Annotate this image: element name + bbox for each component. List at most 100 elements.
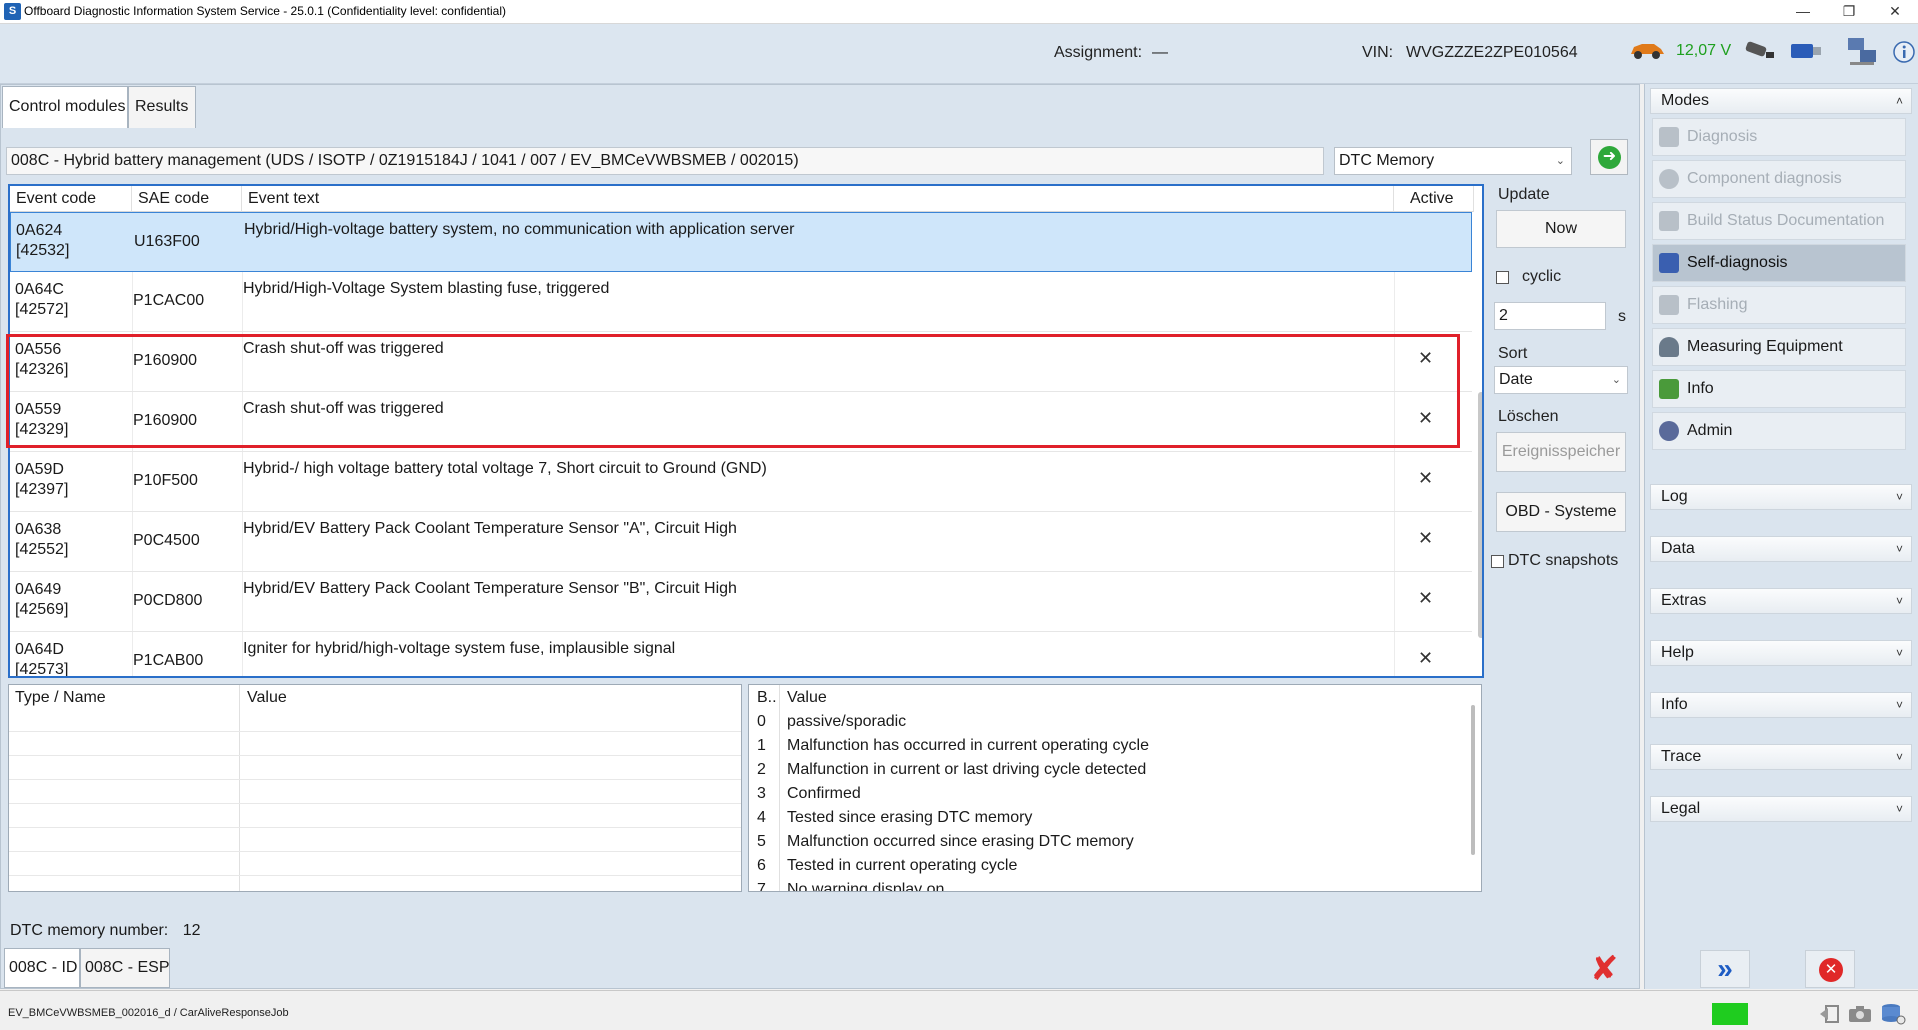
admin-icon	[1659, 421, 1679, 441]
arrow-right-icon: ➜	[1598, 146, 1621, 169]
sidebar-section-data[interactable]: Data ˅	[1650, 536, 1912, 562]
interval-unit: s	[1618, 308, 1626, 325]
event-text-cell: Hybrid/High-voltage battery system, no c…	[244, 221, 795, 238]
tab-results[interactable]: Results	[128, 86, 196, 128]
sort-select[interactable]: Date ⌄	[1494, 366, 1628, 394]
sidebar-item-component-diagnosis[interactable]: Component diagnosis	[1652, 160, 1906, 198]
sidebar-section-info[interactable]: Info ˅	[1650, 692, 1912, 718]
tab-ecu-esp[interactable]: 008C - ESP	[80, 948, 170, 988]
event-code-cell: 0A624 [42532]	[16, 222, 70, 259]
logout-icon[interactable]	[1818, 1004, 1840, 1024]
column-header-event-text[interactable]: Event text	[242, 186, 1394, 212]
sidebar-section-modes[interactable]: Modes ˄	[1650, 88, 1912, 114]
camera-icon[interactable]	[1848, 1004, 1872, 1024]
interval-input[interactable]: 2	[1494, 302, 1606, 330]
exit-button[interactable]: ✕	[1805, 950, 1855, 988]
status-table-scrollbar[interactable]	[1471, 705, 1475, 855]
chevron-down-icon: ˅	[1895, 750, 1903, 764]
sidebar-section-trace[interactable]: Trace ˅	[1650, 744, 1912, 770]
sidebar-section-help[interactable]: Help ˅	[1650, 640, 1912, 666]
bit-number: 2	[757, 761, 766, 778]
event-code-cell: 0A59D [42397]	[15, 461, 69, 498]
update-now-button[interactable]: Now	[1496, 210, 1626, 248]
column-header-active[interactable]: Active	[1394, 186, 1474, 212]
sae-code-cell: P1CAC00	[133, 292, 205, 309]
self-diagnosis-icon	[1659, 253, 1679, 273]
chevron-down-icon: ˅	[1895, 802, 1903, 816]
column-header-type-name[interactable]: Type / Name	[15, 689, 106, 707]
sidebar-item-info[interactable]: Info	[1652, 370, 1906, 408]
gauge-icon	[1659, 337, 1679, 357]
sidebar-item-label: Measuring Equipment	[1687, 338, 1843, 355]
sidebar-item-diagnosis[interactable]: Diagnosis	[1652, 118, 1906, 156]
event-code-cell: 0A638 [42552]	[15, 521, 69, 558]
tab-ecu-id[interactable]: 008C - ID	[4, 948, 80, 988]
document-icon	[1659, 211, 1679, 231]
dtc-snapshots-checkbox[interactable]	[1491, 555, 1504, 568]
column-header-value[interactable]: Value	[787, 689, 827, 707]
window-title: Offboard Diagnostic Information System S…	[24, 4, 507, 18]
scrollbar-thumb[interactable]	[1478, 392, 1482, 638]
delete-label: Löschen	[1498, 408, 1559, 425]
sidebar-section-extras[interactable]: Extras ˅	[1650, 588, 1912, 614]
memory-type-select[interactable]: DTC Memory ⌄	[1334, 147, 1572, 175]
event-text-cell: Hybrid/EV Battery Pack Coolant Temperatu…	[243, 580, 737, 597]
info-icon[interactable]	[1892, 40, 1916, 64]
sidebar-item-flashing[interactable]: Flashing	[1652, 286, 1906, 324]
cyclic-checkbox[interactable]	[1496, 271, 1509, 284]
table-row[interactable]: 0A638 [42552] P0C4500 Hybrid/EV Battery P…	[10, 512, 1472, 572]
highlight-annotation	[6, 334, 1460, 448]
sidebar-item-label: Info	[1687, 380, 1714, 397]
chevron-down-icon: ˅	[1895, 698, 1903, 712]
tab-control-modules[interactable]: Control modules	[2, 86, 128, 128]
table-row[interactable]: 0A64C [42572] P1CAC00 Hybrid/High-Voltage…	[10, 272, 1472, 332]
window-close-button[interactable]: ✕	[1872, 0, 1918, 24]
database-icon[interactable]	[1880, 1002, 1906, 1026]
table-row[interactable]: 0A64D [42573] P1CAB00 Igniter for hybrid/…	[10, 632, 1472, 676]
dtc-table-scrollbar[interactable]	[1476, 392, 1482, 642]
table-row[interactable]: 0A649 [42569] P0CD800 Hybrid/EV Battery P…	[10, 572, 1472, 632]
section-label: Log	[1661, 488, 1688, 505]
sidebar-section-log[interactable]: Log ˅	[1650, 484, 1912, 510]
bit-value: Malfunction occurred since erasing DTC m…	[787, 833, 1134, 850]
cancel-icon[interactable]: ✘	[1590, 952, 1619, 986]
column-header-value[interactable]: Value	[247, 689, 287, 707]
sae-code-cell: P0C4500	[133, 532, 200, 549]
usb-connection-icon	[1790, 42, 1822, 60]
execute-button[interactable]: ➜	[1590, 139, 1628, 175]
dtc-snapshots-label: DTC snapshots	[1508, 552, 1619, 569]
chevron-down-icon: ˅	[1895, 542, 1903, 556]
sidebar-item-label: Self-diagnosis	[1687, 254, 1788, 271]
section-label: Info	[1661, 696, 1688, 713]
sidebar-item-self-diagnosis[interactable]: Self-diagnosis	[1652, 244, 1906, 282]
column-header-sae-code[interactable]: SAE code	[132, 186, 242, 212]
network-icon[interactable]	[1846, 36, 1880, 68]
maximize-button[interactable]: ❐	[1826, 0, 1872, 24]
sidebar-section-legal[interactable]: Legal ˅	[1650, 796, 1912, 822]
double-chevron-right-icon: »	[1717, 953, 1733, 984]
table-row[interactable]: 0A59D [42397] P10F500 Hybrid-/ high volta…	[10, 452, 1472, 512]
status-bits-table: B.. Value 0 passive/sporadic 1 Malfuncti…	[748, 684, 1482, 892]
table-row[interactable]: 0A624 [42532] U163F00 Hybrid/High-voltage…	[10, 212, 1472, 272]
sidebar-item-build-status[interactable]: Build Status Documentation	[1652, 202, 1906, 240]
minimize-button[interactable]: —	[1780, 0, 1826, 24]
bit-number: 0	[757, 713, 766, 730]
chevron-up-icon: ˄	[1895, 94, 1903, 108]
column-header-bit[interactable]: B..	[757, 689, 777, 707]
chevron-down-icon: ⌄	[1611, 374, 1621, 386]
obd-systems-button[interactable]: OBD - Systeme	[1496, 492, 1626, 532]
cyclic-label: cyclic	[1522, 268, 1562, 285]
assignment-label: Assignment:	[1054, 44, 1143, 61]
section-label: Legal	[1661, 800, 1701, 817]
clear-memory-button[interactable]: Ereignisspeicher	[1496, 432, 1626, 472]
sidebar-item-label: Build Status Documentation	[1687, 212, 1885, 229]
sidebar-item-admin[interactable]: Admin	[1652, 412, 1906, 450]
column-header-event-code[interactable]: Event code	[10, 186, 132, 212]
active-cell: ✕	[1418, 468, 1434, 488]
forward-button[interactable]: »	[1700, 950, 1750, 988]
section-label: Data	[1661, 540, 1695, 557]
active-cell: ✕	[1418, 588, 1434, 608]
sidebar-item-measuring-equipment[interactable]: Measuring Equipment	[1652, 328, 1906, 366]
section-label: Help	[1661, 644, 1694, 661]
bit-value: Tested since erasing DTC memory	[787, 809, 1033, 826]
